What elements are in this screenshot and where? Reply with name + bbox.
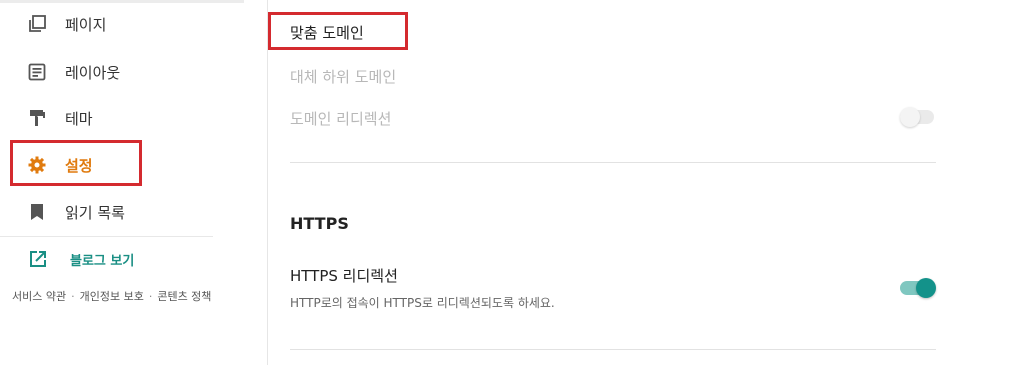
footer-separator: ·	[71, 290, 75, 303]
view-blog-link[interactable]: 블로그 보기	[0, 240, 244, 278]
sidebar-item-settings[interactable]: 설정	[0, 145, 244, 185]
https-redirect-label: HTTPS 리디렉션	[290, 267, 398, 285]
sidebar-item-label: 설정	[65, 156, 93, 175]
https-redirect-description: HTTP로의 접속이 HTTPS로 리디렉션되도록 하세요.	[290, 296, 555, 310]
toggle-thumb	[916, 278, 936, 298]
https-redirect-toggle[interactable]	[900, 278, 936, 298]
domain-redirect-label: 도메인 리디렉션	[290, 110, 392, 128]
open-external-icon	[28, 249, 48, 269]
toggle-thumb	[900, 107, 920, 127]
sidebar: 페이지 레이아웃 테마 설정 읽기 목록 블로그 보기 서비스 약관 · 개인정…	[0, 0, 268, 365]
content-policy-link[interactable]: 콘텐츠 정책	[157, 290, 211, 303]
sidebar-item-reading-list[interactable]: 읽기 목록	[0, 192, 244, 232]
privacy-link[interactable]: 개인정보 보호	[80, 290, 144, 303]
sidebar-item-pages[interactable]: 페이지	[0, 4, 244, 44]
section-divider	[290, 349, 936, 350]
paint-roller-icon	[26, 107, 48, 129]
view-blog-label: 블로그 보기	[70, 253, 135, 269]
https-section-title: HTTPS	[290, 214, 349, 233]
sidebar-item-label: 페이지	[65, 15, 107, 34]
domain-redirect-toggle[interactable]	[900, 107, 936, 127]
sidebar-divider	[0, 236, 213, 237]
sidebar-item-theme[interactable]: 테마	[0, 98, 244, 138]
section-divider	[290, 162, 936, 163]
footer-separator: ·	[148, 290, 153, 303]
bookmark-icon	[26, 201, 48, 223]
alternate-subdomain-setting: 대체 하위 도메인	[290, 68, 397, 86]
settings-panel: 맞춤 도메인 대체 하위 도메인 도메인 리디렉션 HTTPS HTTPS 리디…	[268, 0, 1024, 365]
sidebar-item-label: 레이아웃	[65, 63, 121, 82]
terms-link[interactable]: 서비스 약관	[12, 290, 66, 303]
gear-icon	[26, 154, 48, 176]
sidebar-item-layout[interactable]: 레이아웃	[0, 52, 244, 92]
sidebar-item-label: 읽기 목록	[65, 203, 125, 222]
pages-icon	[26, 13, 48, 35]
custom-domain-setting[interactable]: 맞춤 도메인	[290, 22, 364, 43]
footer-links: 서비스 약관 · 개인정보 보호 · 콘텐츠 정책	[12, 288, 211, 304]
sidebar-top-divider	[0, 0, 244, 3]
layout-icon	[26, 61, 48, 83]
sidebar-item-label: 테마	[65, 109, 93, 128]
